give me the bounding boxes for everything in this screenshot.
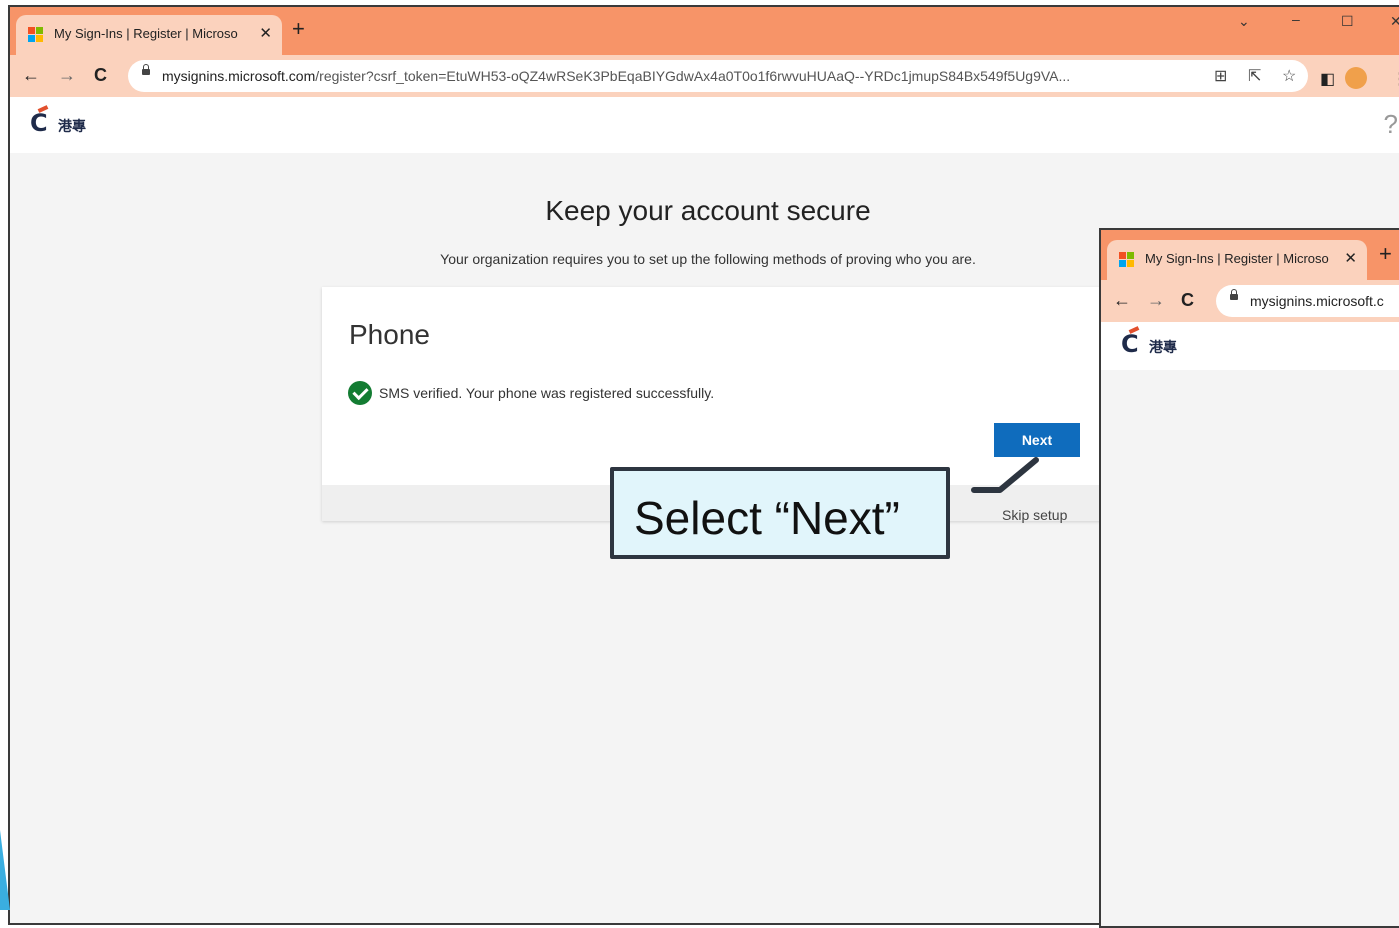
tab-strip: My Sign-Ins | Register | Microso ✕ + bbox=[1101, 230, 1399, 280]
lock-icon bbox=[1230, 289, 1238, 300]
tab-title: My Sign-Ins | Register | Microso bbox=[54, 26, 238, 41]
skip-setup-link[interactable]: Skip setup bbox=[1002, 507, 1067, 523]
new-tab-button[interactable]: + bbox=[1379, 243, 1392, 265]
logo-mark: C bbox=[30, 109, 48, 137]
browser-tab[interactable]: My Sign-Ins | Register | Microso ✕ bbox=[1107, 240, 1367, 280]
microsoft-logo-icon bbox=[1119, 252, 1135, 268]
site-header: C 港專 ? bbox=[10, 97, 1399, 153]
page-content bbox=[1101, 370, 1399, 926]
site-header: C 港專 bbox=[1101, 322, 1399, 370]
instruction-callout: Select “Next” bbox=[610, 467, 950, 559]
card-title: Phone bbox=[349, 319, 430, 350]
logo-text: 港專 bbox=[1149, 339, 1177, 355]
tab-title: My Sign-Ins | Register | Microso bbox=[1145, 251, 1329, 266]
back-icon[interactable]: ← bbox=[22, 65, 40, 86]
translate-icon[interactable]: ⊞ bbox=[1214, 66, 1227, 86]
back-icon[interactable]: ← bbox=[1113, 290, 1131, 311]
window-close-icon[interactable]: ✕ bbox=[1390, 13, 1399, 30]
secondary-browser-window: My Sign-Ins | Register | Microso ✕ + ← →… bbox=[1099, 228, 1399, 928]
profile-icon[interactable] bbox=[1345, 67, 1367, 89]
star-icon[interactable]: ☆ bbox=[1282, 66, 1296, 86]
status-message: SMS verified. Your phone was registered … bbox=[379, 385, 715, 401]
url-domain: mysignins.microsoft.c bbox=[1250, 293, 1384, 309]
close-icon[interactable]: ✕ bbox=[259, 24, 272, 42]
forward-icon[interactable]: → bbox=[58, 65, 76, 86]
tab-strip: My Sign-Ins | Register | Microso ✕ + ⌄ –… bbox=[10, 7, 1399, 55]
logo-mark: C bbox=[1121, 330, 1139, 358]
address-bar: ← → C mysignins.microsoft.com/register?c… bbox=[10, 55, 1399, 97]
sidepanel-icon[interactable]: ◧ bbox=[1320, 69, 1335, 89]
chevron-down-icon[interactable]: ⌄ bbox=[1238, 13, 1250, 30]
lock-icon bbox=[142, 64, 150, 75]
reload-icon[interactable]: C bbox=[94, 65, 107, 86]
address-bar: ← → C mysignins.microsoft.c bbox=[1101, 280, 1399, 322]
share-icon[interactable]: ⇱ bbox=[1248, 66, 1261, 86]
url-field[interactable]: mysignins.microsoft.com/register?csrf_to… bbox=[128, 60, 1308, 92]
new-tab-button[interactable]: + bbox=[292, 18, 305, 40]
microsoft-logo-icon bbox=[28, 27, 44, 43]
browser-tab[interactable]: My Sign-Ins | Register | Microso ✕ bbox=[16, 15, 282, 55]
maximize-icon[interactable]: ☐ bbox=[1341, 13, 1354, 30]
menu-icon[interactable]: ⋮ bbox=[1392, 69, 1399, 89]
callout-text: Select “Next” bbox=[634, 492, 900, 544]
url-path: /register?csrf_token=EtuWH53-oQZ4wRSeK3P… bbox=[315, 68, 1071, 84]
help-icon[interactable]: ? bbox=[1384, 109, 1398, 140]
page-title: Keep your account secure bbox=[545, 195, 871, 226]
close-icon[interactable]: ✕ bbox=[1344, 249, 1357, 267]
url-domain: mysignins.microsoft.com bbox=[162, 68, 316, 84]
url-field[interactable]: mysignins.microsoft.c bbox=[1216, 285, 1399, 317]
logo-text: 港專 bbox=[58, 118, 86, 134]
check-icon bbox=[348, 381, 372, 405]
callout-pointer bbox=[971, 457, 1039, 493]
reload-icon[interactable]: C bbox=[1181, 290, 1194, 311]
forward-icon[interactable]: → bbox=[1147, 290, 1165, 311]
minimize-icon[interactable]: – bbox=[1292, 11, 1300, 27]
